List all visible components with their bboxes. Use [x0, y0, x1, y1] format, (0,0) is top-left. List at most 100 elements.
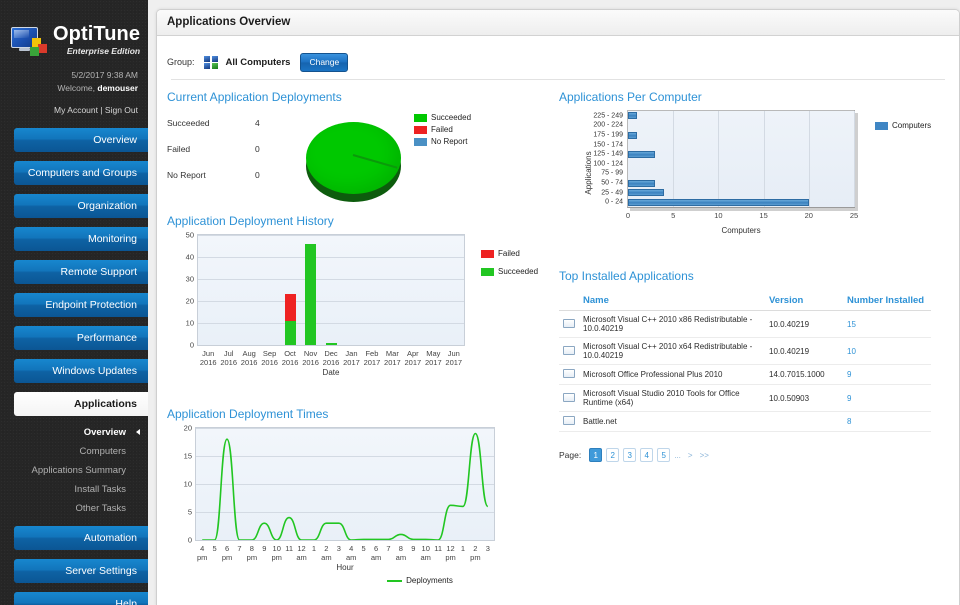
apc-bar [628, 179, 656, 187]
pager-page-5[interactable]: 5 [657, 448, 671, 462]
apc-bar [628, 198, 809, 206]
row-installed: 15 [843, 310, 931, 338]
sidebar-item-windows-updates[interactable]: Windows Updates [14, 359, 148, 383]
chevron-left-icon [136, 429, 140, 435]
current-datetime: 5/2/2017 9:38 AM [71, 70, 138, 80]
table-col-icon [559, 293, 579, 311]
current-deployments-title: Current Application Deployments [167, 90, 342, 104]
pager-page-3[interactable]: 3 [623, 448, 637, 462]
application-icon [563, 318, 575, 328]
table-col-installed[interactable]: Number Installed [843, 293, 931, 311]
row-name: Battle.net [579, 411, 765, 432]
row-icon-cell [559, 337, 579, 365]
row-icon-cell [559, 411, 579, 432]
row-version: 10.0.40219 [765, 337, 843, 365]
deployments-line [202, 432, 489, 540]
row-installed: 8 [843, 411, 931, 432]
sidebar-item-remote-support[interactable]: Remote Support [14, 260, 148, 284]
deployment-history-title: Application Deployment History [167, 214, 334, 228]
table-row[interactable]: Microsoft Visual Studio 2010 Tools for O… [559, 384, 931, 412]
welcome-prefix: Welcome, [57, 83, 98, 93]
content-panel: Applications Overview Group: All Compute… [156, 9, 960, 605]
top-installed-applications-section: Top Installed Applications Name Version … [559, 269, 953, 462]
table-header-row: Name Version Number Installed [559, 293, 931, 311]
my-account-link[interactable]: My Account [54, 105, 98, 115]
change-group-button[interactable]: Change [300, 52, 349, 72]
sidebar-item-monitoring[interactable]: Monitoring [14, 227, 148, 251]
group-label: Group: [167, 57, 195, 67]
main-area: Applications Overview Group: All Compute… [148, 0, 960, 605]
sidebar-item-performance[interactable]: Performance [14, 326, 148, 350]
brand-name: OptiTune [53, 23, 141, 45]
history-legend: Failed Succeeded [481, 234, 538, 377]
stat-row-no-report: No Report 0 [167, 170, 297, 180]
apc-bar [628, 112, 638, 120]
subnav-item-overview[interactable]: Overview [0, 423, 148, 442]
application-icon [563, 416, 575, 425]
deployment-times-chart: 0 5 10 15 20 4 pm 5 6 pm 7 8 pm 9 10 pm 11 12 am 1 2 am 3 4 am 5 6… [184, 424, 495, 562]
apc-legend: Computers [875, 110, 931, 235]
row-name: Microsoft Visual C++ 2010 x86 Redistribu… [579, 310, 765, 338]
sidebar: OptiTune Enterprise Edition 5/2/2017 9:3… [0, 0, 148, 605]
deployment-history-chart: 0 10 20 30 40 50 Jun 2016 Jul 2016 Aug 2016 Sep 2016 O… [186, 231, 465, 367]
row-installed: 10 [843, 337, 931, 365]
row-name: Microsoft Visual C++ 2010 x64 Redistribu… [579, 337, 765, 365]
username: demouser [97, 83, 138, 93]
stat-label-failed: Failed [167, 144, 191, 154]
pagination: Page: 1 2 3 4 5 ... > >> [559, 448, 953, 462]
table-col-version[interactable]: Version [765, 293, 843, 311]
subnav-item-install-tasks[interactable]: Install Tasks [0, 480, 148, 499]
sidebar-item-computers-and-groups[interactable]: Computers and Groups [14, 161, 148, 185]
subnav-item-computers[interactable]: Computers [0, 442, 148, 461]
row-version: 10.0.50903 [765, 384, 843, 412]
pager-page-1[interactable]: 1 [589, 448, 603, 462]
sidebar-item-applications[interactable]: Applications [14, 392, 148, 416]
row-version: 14.0.7015.1000 [765, 364, 843, 385]
pager-next-button[interactable]: > [688, 451, 693, 460]
row-installed: 9 [843, 364, 931, 385]
brand: OptiTune Enterprise Edition [0, 0, 148, 59]
stat-row-succeeded: Succeeded 4 [167, 118, 297, 128]
primary-nav: Overview Computers and Groups Organizati… [0, 128, 148, 605]
times-legend: Deployments [287, 576, 553, 585]
pager-last-button[interactable]: >> [700, 451, 709, 460]
sidebar-item-organization[interactable]: Organization [14, 194, 148, 218]
subnav-item-overview-label: Overview [83, 427, 126, 438]
pager-page-2[interactable]: 2 [606, 448, 620, 462]
pager-page-4[interactable]: 4 [640, 448, 654, 462]
sidebar-item-overview[interactable]: Overview [14, 128, 148, 152]
pager-ellipsis: ... [674, 450, 681, 460]
application-icon [563, 345, 575, 355]
history-xaxis-label: Date [322, 368, 340, 377]
left-column: Current Application Deployments Succeede… [157, 90, 553, 585]
sidebar-item-help[interactable]: Help [14, 592, 148, 605]
stat-label-no-report: No Report [167, 170, 206, 180]
subnav-item-applications-summary[interactable]: Applications Summary [0, 461, 148, 480]
legend-item-no-report: No Report [414, 136, 471, 147]
subnav-item-other-tasks[interactable]: Other Tasks [0, 499, 148, 518]
table-row[interactable]: Microsoft Office Professional Plus 2010 1… [559, 364, 931, 385]
table-row[interactable]: Microsoft Visual C++ 2010 x64 Redistribu… [559, 337, 931, 365]
sidebar-item-endpoint-protection[interactable]: Endpoint Protection [14, 293, 148, 317]
deployment-times-title: Application Deployment Times [167, 407, 329, 421]
deployment-stats: Succeeded 4 Failed 0 No Report 0 [167, 110, 297, 196]
application-icon [563, 369, 575, 378]
row-version: 10.0.40219 [765, 310, 843, 338]
table-col-name[interactable]: Name [579, 293, 765, 311]
stat-label-succeeded: Succeeded [167, 118, 210, 128]
row-version [765, 411, 843, 432]
sign-out-link[interactable]: Sign Out [105, 105, 138, 115]
user-info: 5/2/2017 9:38 AM Welcome, demouser My Ac… [0, 59, 148, 117]
history-bar [284, 294, 296, 345]
apc-xaxis-label: Computers [721, 226, 761, 235]
legend-item-failed: Failed [481, 248, 538, 259]
sidebar-item-automation[interactable]: Automation [14, 526, 148, 550]
history-bar [305, 243, 317, 345]
row-icon-cell [559, 364, 579, 385]
right-column: Applications Per Computer Applications 0… [553, 90, 953, 585]
sidebar-item-server-settings[interactable]: Server Settings [14, 559, 148, 583]
table-row[interactable]: Microsoft Visual C++ 2010 x86 Redistribu… [559, 310, 931, 338]
table-row[interactable]: Battle.net 8 [559, 411, 931, 432]
history-bar [325, 342, 337, 345]
current-deployments-section: Current Application Deployments Succeede… [167, 90, 553, 202]
